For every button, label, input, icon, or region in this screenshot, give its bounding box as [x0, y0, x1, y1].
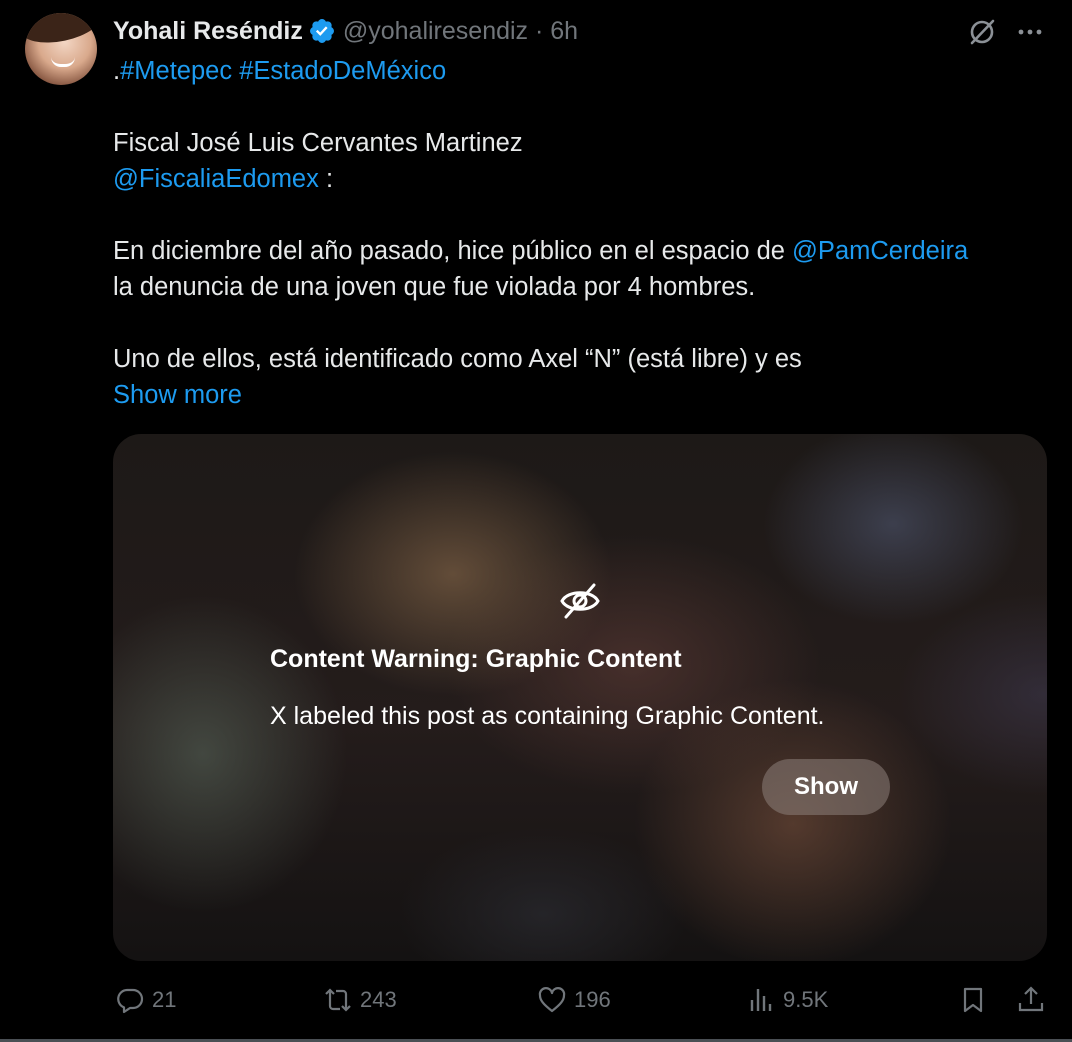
views-icon — [750, 989, 772, 1011]
show-media-button[interactable]: Show — [762, 759, 890, 815]
repost-icon — [325, 988, 351, 1012]
post-line: Fiscal José Luis Cervantes Martinez — [113, 129, 523, 157]
show-more-link[interactable]: Show more — [113, 377, 1048, 413]
warning-description: X labeled this post as containing Graphi… — [270, 702, 825, 730]
post-text: .#Metepec #EstadoDeMéxico Fiscal José Lu… — [113, 53, 1048, 413]
tweet: Yohali Reséndiz @yohaliresendiz · 6h .#M… — [0, 0, 1072, 1042]
verified-icon — [308, 17, 336, 45]
grok-icon[interactable] — [966, 16, 998, 48]
author-handle-time[interactable]: @yohaliresendiz · 6h — [343, 17, 578, 46]
reply-count: 21 — [152, 987, 177, 1012]
tweet-header: Yohali Reséndiz @yohaliresendiz · 6h — [113, 14, 578, 48]
repost-count: 243 — [360, 987, 397, 1012]
bookmark-icon — [963, 987, 983, 1013]
views-button[interactable]: 9.5K — [746, 978, 828, 1022]
share-button[interactable] — [1016, 978, 1046, 1022]
share-icon — [1018, 986, 1044, 1012]
media-content-warning: Content Warning: Graphic Content X label… — [113, 434, 1047, 961]
hashtag-link[interactable]: #Metepec — [120, 57, 232, 85]
post-line-mention: @FiscaliaEdomex : — [113, 165, 334, 193]
more-icon[interactable] — [1014, 17, 1046, 47]
views-count: 9.5K — [783, 987, 829, 1012]
like-icon — [538, 987, 566, 1013]
action-bar: 21 243 196 9.5K — [0, 978, 1072, 1022]
avatar[interactable] — [25, 13, 97, 85]
post-line-hashtags: .#Metepec #EstadoDeMéxico — [113, 57, 447, 85]
mention-link[interactable]: @PamCerdeira — [792, 237, 968, 265]
post-line-mention: En diciembre del año pasado, hice públic… — [113, 237, 969, 265]
author-name[interactable]: Yohali Reséndiz — [113, 17, 303, 46]
mention-link[interactable]: @FiscaliaEdomex — [113, 165, 319, 193]
repost-button[interactable]: 243 — [323, 978, 397, 1022]
like-count: 196 — [574, 987, 611, 1012]
bookmark-button[interactable] — [958, 978, 988, 1022]
post-line: la denuncia de una joven que fue violada… — [113, 273, 756, 301]
like-button[interactable]: 196 — [537, 978, 611, 1022]
reply-icon — [117, 988, 144, 1014]
post-line: Uno de ellos, está identificado como Axe… — [113, 345, 802, 373]
hashtag-link[interactable]: #EstadoDeMéxico — [239, 57, 446, 85]
reply-button[interactable]: 21 — [115, 978, 176, 1022]
eye-off-icon — [560, 583, 600, 619]
warning-title: Content Warning: Graphic Content — [270, 645, 682, 673]
